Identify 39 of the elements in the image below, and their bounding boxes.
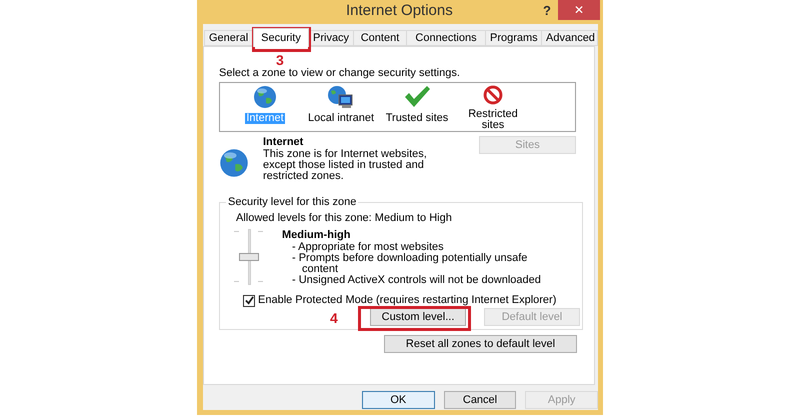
dialog-button[interactable]: Cancel xyxy=(444,391,516,409)
slider-thumb[interactable] xyxy=(239,253,259,261)
zone-item[interactable]: Local intranet xyxy=(306,113,376,124)
tab[interactable]: Content xyxy=(353,30,407,46)
zone-description: This zone is for Internet websites, except those listed in trusted and restricted zones. xyxy=(263,149,428,182)
checkmark-icon xyxy=(403,85,431,109)
group-legend: Security level for this zone xyxy=(226,196,358,209)
level-detail: - Unsigned ActiveX controls will not be downloaded xyxy=(292,275,542,286)
zone-item[interactable]: Trusted sites xyxy=(384,113,450,124)
security-slider[interactable] xyxy=(232,229,266,285)
globe-computer-icon xyxy=(327,85,355,109)
tab[interactable]: Connections xyxy=(406,30,486,46)
tab[interactable]: Security xyxy=(253,28,309,47)
highlight-frame xyxy=(252,27,311,52)
tab[interactable]: Advanced xyxy=(541,30,598,46)
help-button[interactable]: ? xyxy=(540,1,554,19)
zone-item[interactable]: Restricted sites xyxy=(456,109,530,131)
dialog-button[interactable]: OK xyxy=(362,391,435,409)
level-detail: - Appropriate for most websites xyxy=(292,242,445,253)
level-name: Medium-high xyxy=(282,229,352,242)
reset-zones-button[interactable]: Reset all zones to default level xyxy=(384,335,577,353)
zone-prompt: Select a zone to view or change security settings. xyxy=(219,67,461,80)
check-icon xyxy=(244,296,254,305)
tab[interactable]: Privacy xyxy=(308,30,354,46)
window-title: Internet Options xyxy=(346,4,453,17)
globe-icon xyxy=(219,148,249,178)
tab[interactable]: General xyxy=(204,30,253,46)
custom-level-button[interactable]: Custom level... xyxy=(370,308,466,326)
zone-title: Internet xyxy=(263,136,304,149)
level-detail: - Prompts before downloading potentially unsafe content xyxy=(292,253,528,275)
globe-icon xyxy=(253,85,277,109)
allowed-levels-label: Allowed levels for this zone: Medium to High xyxy=(236,212,452,225)
checkbox[interactable] xyxy=(243,294,255,306)
protected-mode-label: Enable Protected Mode (requires restarting Internet Explorer) xyxy=(258,294,556,307)
prohibited-icon xyxy=(481,85,505,105)
step-number: 4 xyxy=(330,310,338,326)
step-number: 3 xyxy=(276,52,284,68)
close-button[interactable]: ✕ xyxy=(558,0,600,20)
tab[interactable]: Programs xyxy=(485,30,542,46)
